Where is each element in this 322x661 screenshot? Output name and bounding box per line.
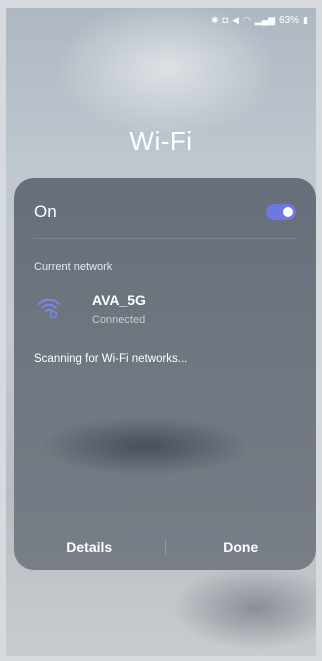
panel-actions: Details Done bbox=[14, 524, 316, 570]
wifi-icon bbox=[38, 298, 60, 319]
details-button[interactable]: Details bbox=[14, 539, 165, 555]
status-bar: ✱ ◘ ◀ ◠ ▂▄▆ 63% ▮ bbox=[211, 12, 308, 28]
wifi-toggle[interactable] bbox=[266, 204, 296, 220]
scanning-text: Scanning for Wi-Fi networks... bbox=[34, 353, 188, 365]
battery-icon: ▮ bbox=[303, 14, 308, 25]
wifi-toggle-row[interactable]: On bbox=[34, 202, 296, 222]
wifi-icon: ◠ bbox=[242, 14, 251, 25]
bluetooth-icon: ✱ bbox=[211, 14, 219, 25]
battery-percent: 63% bbox=[279, 14, 300, 26]
page-title: Wi-Fi bbox=[129, 126, 193, 156]
network-name: AVA_5G bbox=[92, 292, 146, 308]
wifi-panel: On Current network AVA_5G Connected Scan… bbox=[14, 178, 316, 570]
mute-icon: ◀ bbox=[232, 14, 239, 25]
blurred-network-list bbox=[40, 416, 250, 476]
network-status: Connected bbox=[92, 314, 146, 326]
signal-icon: ▂▄▆ bbox=[254, 14, 276, 25]
toggle-label: On bbox=[34, 202, 57, 221]
current-network-item[interactable]: AVA_5G Connected bbox=[34, 290, 296, 334]
nfc-icon: ◘ bbox=[222, 15, 229, 25]
toggle-knob bbox=[283, 207, 293, 217]
divider bbox=[34, 238, 296, 239]
done-button[interactable]: Done bbox=[166, 539, 317, 555]
current-network-label: Current network bbox=[34, 261, 113, 273]
